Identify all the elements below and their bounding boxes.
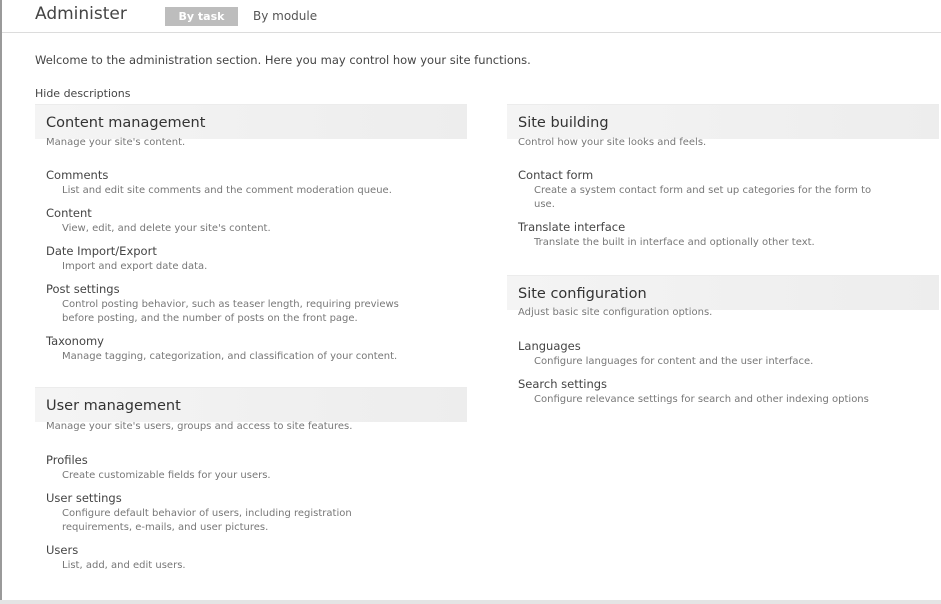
item-description: use.	[534, 199, 555, 210]
page-title: Administer	[35, 4, 127, 24]
tab-by-task[interactable]: By task	[165, 7, 238, 26]
admin-item-comments: Comments List and edit site comments and…	[46, 168, 466, 197]
item-description: before posting, and the number of posts …	[62, 313, 358, 324]
bottom-scroll-strip	[0, 600, 941, 604]
panel-site-configuration: Site configuration Adjust basic site con…	[507, 275, 939, 415]
admin-item-translate-interface: Translate interface Translate the built …	[518, 220, 938, 249]
admin-item-post-settings: Post settings Control posting behavior, …	[46, 282, 466, 325]
item-description: Configure relevance settings for search …	[534, 394, 869, 405]
hide-descriptions-link[interactable]: Hide descriptions	[35, 87, 130, 100]
tab-by-module[interactable]: By module	[253, 9, 317, 23]
item-description: Translate the built in interface and opt…	[534, 237, 815, 248]
admin-item-taxonomy: Taxonomy Manage tagging, categorization,…	[46, 334, 466, 363]
admin-link-post-settings[interactable]: Post settings	[46, 282, 466, 297]
welcome-text: Welcome to the administration section. H…	[35, 53, 531, 67]
panel-description: Adjust basic site configuration options.	[518, 307, 713, 318]
panel-user-management: User management Manage your site's users…	[35, 387, 467, 587]
panel-title: Site configuration	[518, 286, 647, 302]
admin-link-comments[interactable]: Comments	[46, 168, 466, 183]
admin-link-user-settings[interactable]: User settings	[46, 491, 466, 506]
page-header: Administer By task By module	[2, 0, 941, 33]
admin-link-date-import-export[interactable]: Date Import/Export	[46, 244, 466, 259]
item-description: Create a system contact form and set up …	[534, 185, 872, 196]
admin-link-languages[interactable]: Languages	[518, 339, 938, 354]
item-description: Import and export date data.	[62, 261, 208, 272]
panel-header: Content management	[35, 104, 467, 139]
admin-item-languages: Languages Configure languages for conten…	[518, 339, 938, 368]
admin-item-user-settings: User settings Configure default behavior…	[46, 491, 466, 534]
panel-header: Site building	[507, 104, 939, 139]
item-description: Configure languages for content and the …	[534, 356, 814, 367]
admin-item-contact-form: Contact form Create a system contact for…	[518, 168, 938, 211]
item-description: Control posting behavior, such as teaser…	[62, 299, 399, 310]
admin-link-users[interactable]: Users	[46, 543, 466, 558]
admin-link-contact-form[interactable]: Contact form	[518, 168, 938, 183]
admin-link-taxonomy[interactable]: Taxonomy	[46, 334, 466, 349]
item-description: List and edit site comments and the comm…	[62, 185, 392, 196]
item-description: Create customizable fields for your user…	[62, 470, 271, 481]
admin-link-content[interactable]: Content	[46, 206, 466, 221]
admin-item-search-settings: Search settings Configure relevance sett…	[518, 377, 938, 406]
admin-link-search-settings[interactable]: Search settings	[518, 377, 938, 392]
panel-title: User management	[46, 398, 181, 414]
panel-description: Control how your site looks and feels.	[518, 137, 707, 148]
admin-item-content: Content View, edit, and delete your site…	[46, 206, 466, 235]
item-description: requirements, e-mails, and user pictures…	[62, 522, 269, 533]
panel-description: Manage your site's users, groups and acc…	[46, 421, 353, 432]
item-description: View, edit, and delete your site's conte…	[62, 223, 271, 234]
admin-link-profiles[interactable]: Profiles	[46, 453, 466, 468]
item-description: Configure default behavior of users, inc…	[62, 508, 352, 519]
panel-title: Site building	[518, 115, 609, 131]
admin-item-date-import-export: Date Import/Export Import and export dat…	[46, 244, 466, 273]
item-description: Manage tagging, categorization, and clas…	[62, 351, 398, 362]
panel-title: Content management	[46, 115, 206, 131]
admin-item-users: Users List, add, and edit users.	[46, 543, 466, 572]
panel-description: Manage your site's content.	[46, 137, 186, 148]
panel-header: User management	[35, 387, 467, 422]
panel-header: Site configuration	[507, 275, 939, 310]
admin-link-translate-interface[interactable]: Translate interface	[518, 220, 938, 235]
admin-item-profiles: Profiles Create customizable fields for …	[46, 453, 466, 482]
item-description: List, add, and edit users.	[62, 560, 186, 571]
panel-content-management: Content management Manage your site's co…	[35, 104, 467, 374]
panel-site-building: Site building Control how your site look…	[507, 104, 939, 254]
